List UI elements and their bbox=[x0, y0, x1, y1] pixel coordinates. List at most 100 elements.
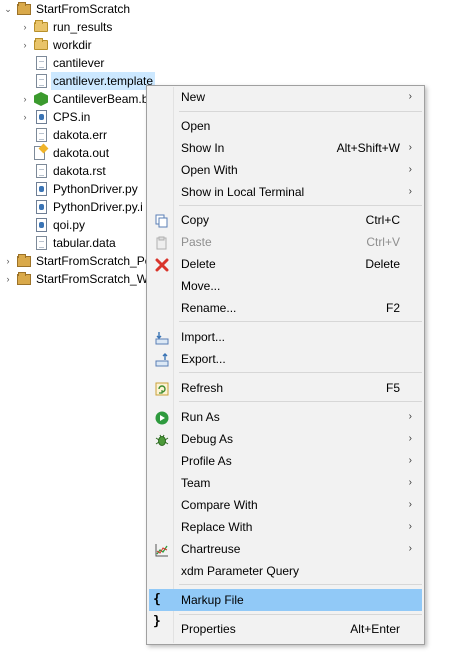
tree-item-cantileverbeam[interactable]: › CantileverBeam.b bbox=[0, 90, 148, 108]
import-icon bbox=[155, 330, 169, 345]
tree-item-label: workdir bbox=[53, 38, 92, 52]
menu-item-accelerator: F2 bbox=[385, 301, 400, 315]
menu-item-label: Debug As bbox=[181, 432, 234, 446]
refresh-icon bbox=[155, 381, 169, 396]
tree-item-dakota-out[interactable]: dakota.out bbox=[0, 144, 140, 162]
file-icon bbox=[36, 164, 50, 178]
tree-item-label: PythonDriver.py.i bbox=[53, 200, 143, 214]
chevron-right-icon[interactable]: › bbox=[2, 270, 14, 288]
menu-item-run-as[interactable]: Run As › bbox=[149, 406, 422, 428]
menu-item-accelerator: Alt+Shift+W bbox=[336, 141, 400, 155]
menu-item-label: Show in Local Terminal bbox=[181, 185, 305, 199]
menu-item-profile-as[interactable]: Profile As › bbox=[149, 450, 422, 472]
tree-item-pythondriver-py[interactable]: PythonDriver.py bbox=[0, 180, 146, 198]
tree-item-label: dakota.err bbox=[53, 128, 108, 142]
tree-item-startfromscratch-w[interactable]: › StartFromScratch_W bbox=[0, 270, 148, 288]
tree-item-workdir[interactable]: › workdir bbox=[0, 36, 140, 54]
tree-item-label: cantilever.template bbox=[51, 72, 156, 90]
menu-item-show-in[interactable]: Show In Alt+Shift+W › bbox=[149, 137, 422, 159]
tree-item-qoi-py[interactable]: qoi.py bbox=[0, 216, 140, 234]
menu-item-chartreuse[interactable]: Chartreuse › bbox=[149, 538, 422, 560]
menu-item-label: Delete bbox=[181, 257, 216, 271]
project-folder-icon bbox=[17, 2, 31, 16]
menu-item-label: Run As bbox=[181, 410, 220, 424]
chevron-right-icon[interactable]: › bbox=[2, 252, 14, 270]
chevron-down-icon[interactable]: ⌄ bbox=[2, 0, 14, 18]
menu-item-open-with[interactable]: Open With › bbox=[149, 159, 422, 181]
tree-item-label: StartFromScratch bbox=[36, 2, 131, 16]
tree-item-cps-in[interactable]: › CPS.in bbox=[0, 108, 140, 126]
menu-item-copy[interactable]: Copy Ctrl+C bbox=[149, 209, 422, 231]
menu-item-import[interactable]: Import... bbox=[149, 326, 422, 348]
menu-item-refresh[interactable]: Refresh F5 bbox=[149, 377, 422, 399]
submenu-arrow-icon: › bbox=[408, 164, 412, 175]
file-icon bbox=[36, 74, 50, 88]
tree-item-dakota-err[interactable]: dakota.err bbox=[0, 126, 140, 144]
tree-item-startfromscratch[interactable]: ⌄ StartFromScratch bbox=[0, 0, 140, 18]
submenu-arrow-icon: › bbox=[408, 521, 412, 532]
python-file-icon bbox=[36, 218, 50, 232]
tree-item-label: PythonDriver.py bbox=[53, 182, 138, 196]
submenu-arrow-icon: › bbox=[408, 433, 412, 444]
tree-item-tabular-data[interactable]: tabular.data bbox=[0, 234, 140, 252]
folder-icon bbox=[34, 38, 48, 52]
chevron-right-icon[interactable]: › bbox=[19, 108, 31, 126]
submenu-arrow-icon: › bbox=[408, 499, 412, 510]
menu-item-markup-file[interactable]: { } Markup File bbox=[149, 589, 422, 629]
menu-item-label: Profile As bbox=[181, 454, 232, 468]
tree-item-cantilever[interactable]: cantilever bbox=[0, 54, 140, 72]
submenu-arrow-icon: › bbox=[408, 477, 412, 488]
tree-item-pythondriver-py-in[interactable]: PythonDriver.py.i bbox=[0, 198, 146, 216]
chevron-right-icon[interactable]: › bbox=[19, 36, 31, 54]
menu-item-debug-as[interactable]: Debug As › bbox=[149, 428, 422, 450]
copy-icon bbox=[155, 213, 169, 228]
python-file-icon bbox=[36, 200, 50, 214]
menu-item-label: Rename... bbox=[181, 301, 237, 315]
menu-item-show-in-local-terminal[interactable]: Show in Local Terminal › bbox=[149, 181, 422, 203]
menu-item-xdm-parameter-query[interactable]: xdm Parameter Query bbox=[149, 560, 422, 582]
menu-item-label: Open bbox=[181, 119, 211, 133]
menu-separator bbox=[179, 401, 422, 402]
submenu-arrow-icon: › bbox=[408, 543, 412, 554]
menu-item-label: xdm Parameter Query bbox=[181, 564, 300, 578]
file-icon bbox=[36, 236, 50, 250]
tree-item-cantilever-template[interactable]: cantilever.template bbox=[0, 72, 160, 90]
menu-item-label: Import... bbox=[181, 330, 226, 344]
menu-item-label: Move... bbox=[181, 279, 221, 293]
menu-item-label: New bbox=[181, 90, 206, 104]
tree-item-label: qoi.py bbox=[53, 218, 86, 232]
python-file-icon bbox=[36, 182, 50, 196]
menu-item-accelerator: Alt+Enter bbox=[350, 622, 400, 636]
menu-item-replace-with[interactable]: Replace With › bbox=[149, 516, 422, 538]
python-file-icon bbox=[36, 110, 50, 124]
submenu-arrow-icon: › bbox=[408, 411, 412, 422]
debug-bug-icon bbox=[155, 432, 169, 446]
menu-item-rename[interactable]: Rename... F2 bbox=[149, 297, 422, 319]
menu-item-label: Compare With bbox=[181, 498, 258, 512]
menu-item-properties[interactable]: Properties Alt+Enter bbox=[149, 618, 422, 640]
menu-item-label: Copy bbox=[181, 213, 210, 227]
tree-item-label: tabular.data bbox=[53, 236, 116, 250]
project-folder-icon bbox=[17, 254, 31, 268]
menu-item-compare-with[interactable]: Compare With › bbox=[149, 494, 422, 516]
menu-item-open[interactable]: Open bbox=[149, 115, 422, 137]
tree-item-dakota-rst[interactable]: dakota.rst bbox=[0, 162, 140, 180]
menu-item-label: Open With bbox=[181, 163, 238, 177]
menu-item-accelerator: F5 bbox=[385, 381, 400, 395]
submenu-arrow-icon: › bbox=[408, 91, 412, 102]
menu-item-delete[interactable]: Delete Delete bbox=[149, 253, 422, 275]
chevron-right-icon[interactable]: › bbox=[19, 18, 31, 36]
tree-item-run-results[interactable]: › run_results bbox=[0, 18, 140, 36]
menu-item-team[interactable]: Team › bbox=[149, 472, 422, 494]
submenu-arrow-icon: › bbox=[408, 186, 412, 197]
chart-icon bbox=[155, 542, 169, 557]
menu-item-move[interactable]: Move... bbox=[149, 275, 422, 297]
menu-item-label: Replace With bbox=[181, 520, 253, 534]
tree-item-label: dakota.rst bbox=[53, 164, 106, 178]
tree-item-startfromscratch-po[interactable]: › StartFromScratch_Po bbox=[0, 252, 151, 270]
file-icon bbox=[36, 128, 50, 142]
menu-item-export[interactable]: Export... bbox=[149, 348, 422, 370]
menu-item-new[interactable]: New › bbox=[149, 86, 422, 108]
chevron-right-icon[interactable]: › bbox=[19, 90, 31, 108]
menu-item-paste[interactable]: Paste Ctrl+V bbox=[149, 231, 422, 253]
